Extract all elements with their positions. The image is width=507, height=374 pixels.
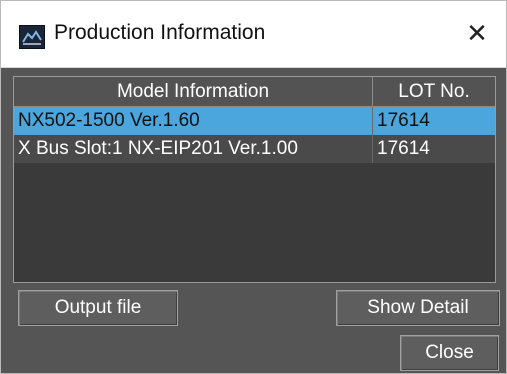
close-icon[interactable]: ✕ — [463, 19, 491, 47]
table-header: Model Information LOT No. — [14, 77, 495, 107]
title-bar: Production Information ✕ — [1, 1, 506, 68]
dialog-title: Production Information — [54, 21, 266, 44]
lot-cell: 17614 — [377, 110, 430, 131]
column-header-model-information[interactable]: Model Information — [14, 77, 373, 106]
show-detail-button[interactable]: Show Detail — [336, 290, 500, 326]
table-row[interactable]: X Bus Slot:1 NX-EIP201 Ver.1.00 17614 — [14, 135, 495, 163]
column-divider — [372, 107, 373, 135]
close-button[interactable]: Close — [400, 335, 499, 371]
production-info-table: Model Information LOT No. NX502-1500 Ver… — [13, 76, 496, 283]
column-divider — [372, 135, 373, 163]
production-information-dialog: Production Information ✕ Model Informati… — [0, 0, 507, 374]
output-file-button[interactable]: Output file — [18, 290, 178, 326]
lot-cell: 17614 — [377, 138, 430, 159]
table-row[interactable]: NX502-1500 Ver.1.60 17614 — [14, 107, 495, 135]
model-cell: NX502-1500 Ver.1.60 — [18, 110, 200, 131]
model-cell: X Bus Slot:1 NX-EIP201 Ver.1.00 — [18, 138, 298, 159]
production-info-icon — [19, 25, 45, 49]
column-header-lot-no[interactable]: LOT No. — [373, 77, 495, 106]
